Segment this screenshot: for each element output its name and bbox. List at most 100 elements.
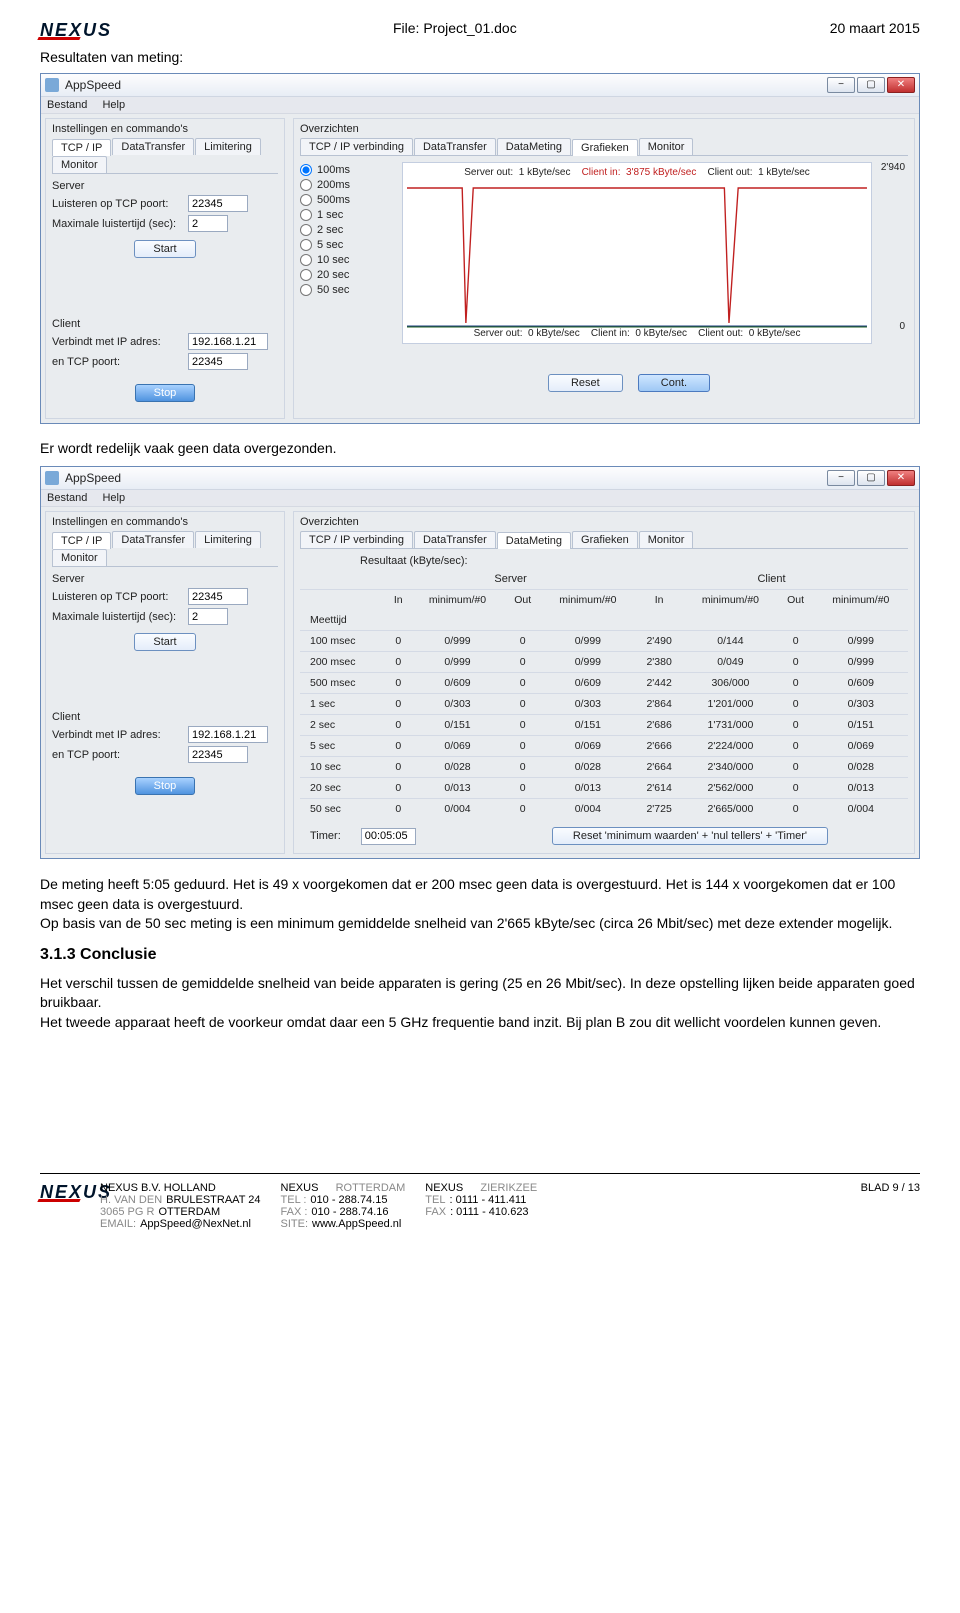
connect-label: Verbindt met IP adres: [52,336,182,348]
menu-help[interactable]: Help [102,492,125,504]
tab-tcpconn[interactable]: TCP / IP verbinding [300,531,413,548]
chart-top-stats: Server out: 1 kByte/sec Client in: 3'875… [407,167,867,178]
table-row: 200 msec00/99900/9992'3800/04900/999 [300,652,908,673]
chart-bottom-stats: Server out: 0 kByte/sec Client in: 0 kBy… [407,328,867,339]
menubar-2: Bestand Help [41,490,919,507]
right-tabs: TCP / IP verbinding DataTransfer DataMet… [300,138,908,156]
tab-monitor2[interactable]: Monitor [639,531,694,548]
tab-limitering[interactable]: Limitering [195,531,261,548]
chart-ymin: 0 [872,321,905,332]
maxlisten-label: Maximale luistertijd (sec): [52,218,182,230]
doc-footer: NEXUS NEXUS B.V. HOLLAND H. VAN DENBRULE… [40,1174,920,1230]
table-row: 100 msec00/99900/9992'4900/14400/999 [300,631,908,652]
radio-50sec[interactable]: 50 sec [300,284,350,296]
server-heading: Server [386,569,635,590]
server-label: Server [52,180,278,192]
radio-2sec[interactable]: 2 sec [300,224,350,236]
table-row: 50 sec00/00400/0042'7252'665/00000/004 [300,799,908,820]
body-p4: Het tweede apparaat heeft de voorkeur om… [40,1014,881,1030]
tab-dtransfer[interactable]: DataTransfer [414,531,496,548]
reset-all-button[interactable]: Reset 'minimum waarden' + 'nul tellers' … [552,827,828,845]
tab-dtransfer[interactable]: DataTransfer [414,138,496,155]
ip-input[interactable] [188,333,268,350]
tab-limitering[interactable]: Limitering [195,138,261,155]
radio-200ms[interactable]: 200ms [300,179,350,191]
table-row: 10 sec00/02800/0282'6642'340/00000/028 [300,757,908,778]
maximize-button[interactable]: ▢ [857,470,885,486]
stop-button[interactable]: Stop [135,384,196,402]
left-panel-2: Instellingen en commando's TCP / IP Data… [45,511,285,854]
app-icon [45,471,59,485]
right-panel: Overzichten TCP / IP verbinding DataTran… [293,118,915,419]
maximize-button[interactable]: ▢ [857,77,885,93]
left-panel: Instellingen en commando's TCP / IP Data… [45,118,285,419]
start-button[interactable]: Start [134,633,195,651]
radio-10sec[interactable]: 10 sec [300,254,350,266]
interval-radios: 100ms 200ms 500ms 1 sec 2 sec 5 sec 10 s… [300,162,350,392]
timer-label: Timer: [310,830,341,842]
logo-accent [37,37,80,40]
section-title: Resultaten van meting: [40,49,920,65]
menubar: Bestand Help [41,97,919,114]
close-button[interactable]: ✕ [887,77,915,93]
result-label: Resultaat (kByte/sec): [360,555,908,567]
table-row: 500 msec00/60900/6092'442306/00000/609 [300,673,908,694]
client-heading: Client [635,569,908,590]
app-icon [45,78,59,92]
timer-value[interactable] [361,828,416,845]
chart-frame: Server out: 1 kByte/sec Client in: 3'875… [402,162,872,344]
meettijd-label: Meettijd [300,610,908,631]
tab-monitor[interactable]: Monitor [52,156,107,173]
right-panel-2: Overzichten TCP / IP verbinding DataTran… [293,511,915,854]
reset-button[interactable]: Reset [548,374,623,392]
client-port-input[interactable] [188,353,248,370]
chart-svg [407,178,867,328]
radio-1sec[interactable]: 1 sec [300,209,350,221]
tab-datameting[interactable]: DataMeting [497,532,571,549]
radio-5sec[interactable]: 5 sec [300,239,350,251]
window-title: AppSpeed [65,78,827,92]
titlebar-2: AppSpeed − ▢ ✕ [41,467,919,490]
tab-tcpconn[interactable]: TCP / IP verbinding [300,138,413,155]
radio-500ms[interactable]: 500ms [300,194,350,206]
body-p2: Op basis van de 50 sec meting is een min… [40,915,892,931]
page-number: BLAD 9 / 13 [861,1182,920,1194]
tab-datatransfer[interactable]: DataTransfer [112,531,194,548]
menu-bestand[interactable]: Bestand [47,492,87,504]
result-table: Server Client In minimum/#0 Out minimum/… [300,569,908,819]
tab-tcpip[interactable]: TCP / IP [52,532,111,549]
table-row: 20 sec00/01300/0132'6142'562/00000/013 [300,778,908,799]
body-p1: De meting heeft 5:05 geduurd. Het is 49 … [40,876,895,912]
stop-button[interactable]: Stop [135,777,196,795]
header-date: 20 maart 2015 [830,20,920,36]
tab-grafieken[interactable]: Grafieken [572,531,638,548]
tab-datatransfer[interactable]: DataTransfer [112,138,194,155]
minimize-button[interactable]: − [827,77,855,93]
start-button[interactable]: Start [134,240,195,258]
menu-help[interactable]: Help [102,99,125,111]
client-port-input[interactable] [188,746,248,763]
logo: NEXUS [40,20,80,41]
listen-port-input[interactable] [188,195,248,212]
right-group-title: Overzichten [300,123,908,135]
caption-1: Er wordt redelijk vaak geen data overgez… [40,440,920,456]
close-button[interactable]: ✕ [887,470,915,486]
table-row: 1 sec00/30300/3032'8641'201/00000/303 [300,694,908,715]
minimize-button[interactable]: − [827,470,855,486]
body-p3: Het verschil tussen de gemiddelde snelhe… [40,975,915,1011]
radio-20sec[interactable]: 20 sec [300,269,350,281]
tab-datameting[interactable]: DataMeting [497,138,571,155]
ip-input[interactable] [188,726,268,743]
listen-port-input[interactable] [188,588,248,605]
tab-tcpip[interactable]: TCP / IP [52,139,111,156]
menu-bestand[interactable]: Bestand [47,99,87,111]
cont-button[interactable]: Cont. [638,374,710,392]
tab-monitor2[interactable]: Monitor [639,138,694,155]
tab-grafieken[interactable]: Grafieken [572,139,638,156]
app-window-2: AppSpeed − ▢ ✕ Bestand Help Instellingen… [40,466,920,859]
radio-100ms[interactable]: 100ms [300,164,350,176]
window-title-2: AppSpeed [65,471,827,485]
maxlisten-input[interactable] [188,215,228,232]
maxlisten-input[interactable] [188,608,228,625]
tab-monitor[interactable]: Monitor [52,549,107,566]
